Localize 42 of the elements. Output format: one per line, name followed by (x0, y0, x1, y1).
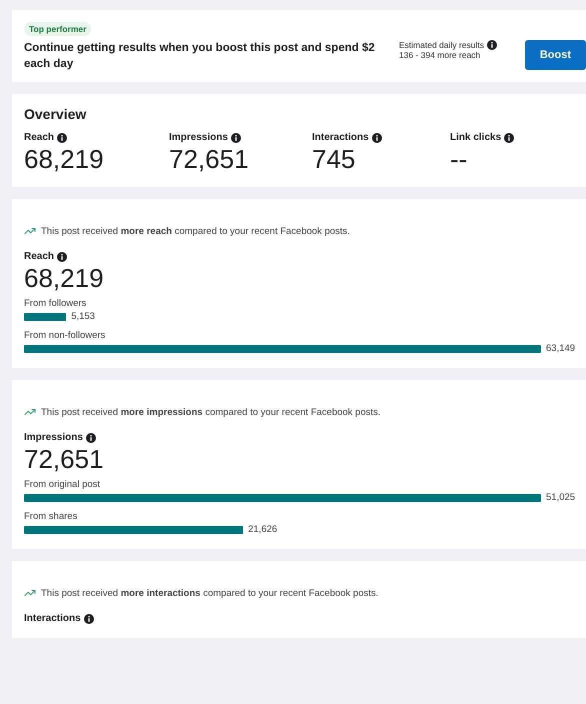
metric-value: -- (450, 143, 468, 175)
bar-value: 5,153 (71, 311, 95, 322)
info-icon[interactable] (86, 432, 96, 442)
trend-up-icon (24, 587, 36, 599)
metric-label: Interactions (312, 132, 369, 143)
bar-value: 63,149 (546, 343, 576, 354)
boost-message: Continue getting results when you boost this post and spend $2 each day (24, 41, 376, 72)
bar-value: 21,626 (248, 524, 278, 535)
metric-value: 68,219 (24, 143, 105, 175)
info-icon[interactable] (372, 132, 382, 142)
metric-value: 72,651 (169, 143, 250, 175)
metric-label: Impressions (24, 432, 83, 443)
info-icon[interactable] (84, 614, 94, 624)
overview-title: Overview (24, 106, 88, 122)
metric-value: 72,651 (24, 443, 105, 475)
metric-label: Reach (24, 132, 54, 143)
metric-value: 745 (312, 143, 356, 175)
info-icon[interactable] (487, 40, 498, 50)
insight-text: This post received more reach compared to your recent Facebook posts. (41, 226, 350, 236)
estimate-value: 136 - 394 more reach (399, 50, 482, 60)
metric-value: 68,219 (24, 262, 105, 294)
insight-text: This post received more interactions compared to your recent Facebook posts. (41, 588, 378, 598)
bar-value: 51,025 (546, 492, 576, 503)
info-icon[interactable] (230, 132, 241, 142)
trend-up-icon (24, 406, 36, 418)
info-icon[interactable] (57, 252, 68, 262)
info-icon[interactable] (504, 132, 514, 142)
info-icon[interactable] (57, 132, 68, 142)
bar-label: From original post (24, 479, 102, 490)
estimate-label: Estimated daily results (399, 40, 484, 50)
metric-label: Impressions (169, 132, 228, 143)
bar-label: From non-followers (24, 330, 106, 341)
bar-label: From followers (24, 298, 88, 309)
bar-label: From shares (24, 511, 78, 522)
insight-text: This post received more impressions compared to your recent Facebook posts. (41, 406, 381, 418)
metric-label: Reach (24, 251, 54, 262)
bar (24, 312, 66, 320)
trend-up-icon (24, 225, 36, 237)
boost-button[interactable]: Boost (524, 40, 586, 70)
top-performer-badge: Top performer (24, 22, 92, 36)
metric-label: Link clicks (450, 132, 502, 143)
metric-label: Interactions (24, 613, 81, 624)
